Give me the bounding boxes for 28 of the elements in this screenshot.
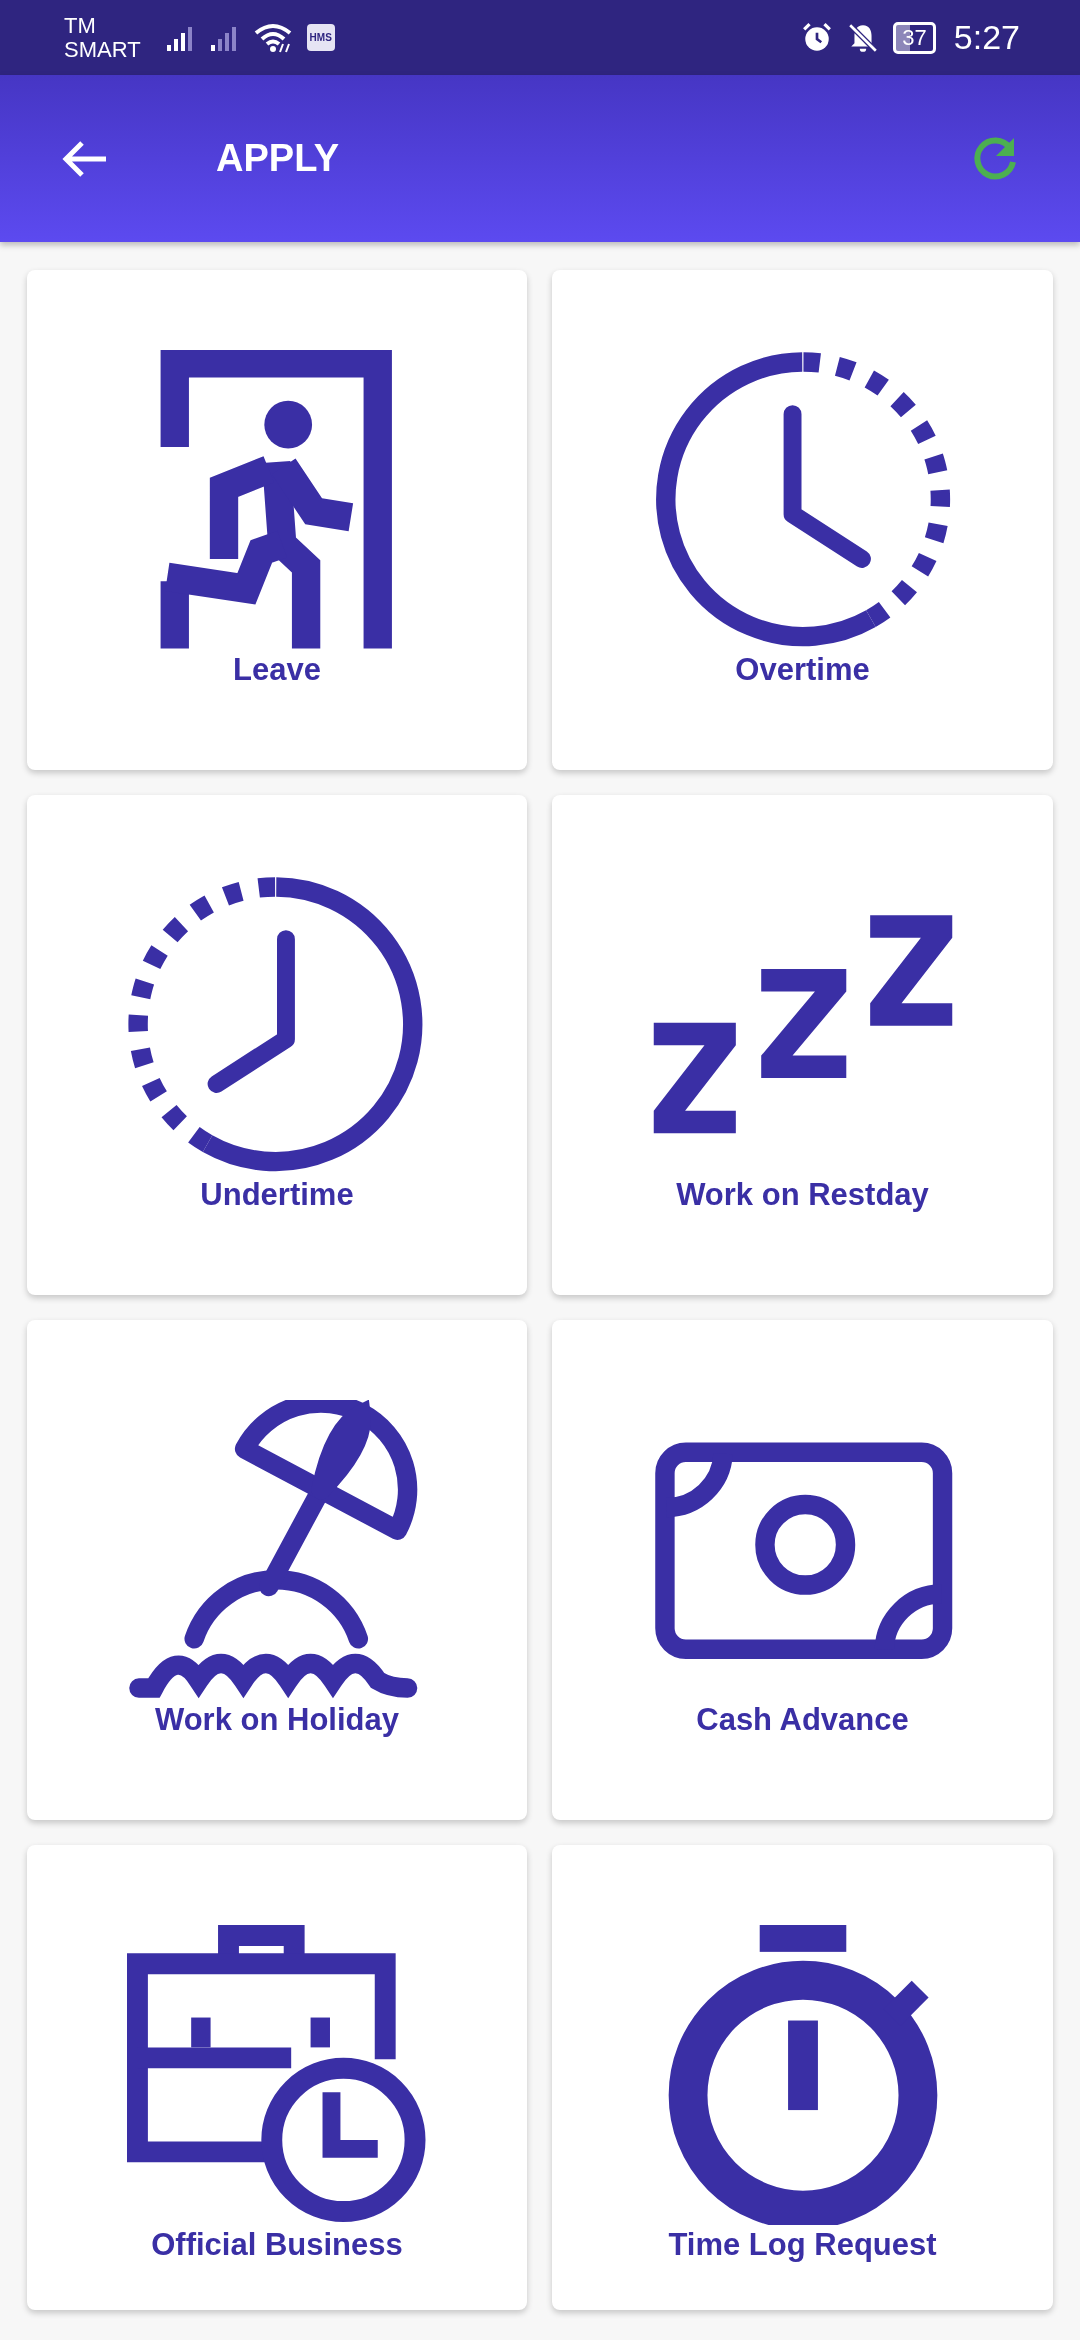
tile-label: Time Log Request [668, 2227, 937, 2263]
wifi-icon [252, 21, 293, 54]
tile-label: Work on Holiday [155, 1702, 399, 1738]
tile-label: Undertime [200, 1177, 354, 1213]
tile-card[interactable]: Cash Advance [552, 1320, 1053, 1820]
clock-time: 5:27 [953, 18, 1020, 57]
tile-card[interactable]: Work on Holiday [27, 1320, 527, 1820]
tile-label: Work on Restday [676, 1177, 929, 1213]
tile-card[interactable]: Official Business [27, 1845, 527, 2310]
battery-indicator: 37 [893, 21, 936, 54]
hms-badge: HMS [306, 24, 335, 51]
bell-off-icon [847, 21, 880, 54]
tile-card[interactable]: Leave [27, 270, 527, 770]
tile-card[interactable]: Undertime [27, 795, 527, 1295]
carrier-name: TM [64, 13, 96, 38]
tile-card[interactable]: Overtime [552, 270, 1053, 770]
signal-icon [208, 24, 239, 51]
tile-label: Overtime [735, 652, 870, 688]
tile-card[interactable]: Time Log Request [552, 1845, 1053, 2310]
carrier-name: SMART [64, 37, 141, 62]
tile-card[interactable]: Work on Restday [552, 795, 1053, 1295]
tile-label: Cash Advance [696, 1702, 909, 1738]
page-title: APPLY [216, 137, 341, 180]
briefcase-clock-icon [127, 1925, 427, 2225]
tile-label: Leave [233, 652, 321, 688]
signal-icon [164, 24, 195, 51]
alarm-icon [801, 21, 834, 54]
tile-label: Official Business [151, 2227, 403, 2263]
